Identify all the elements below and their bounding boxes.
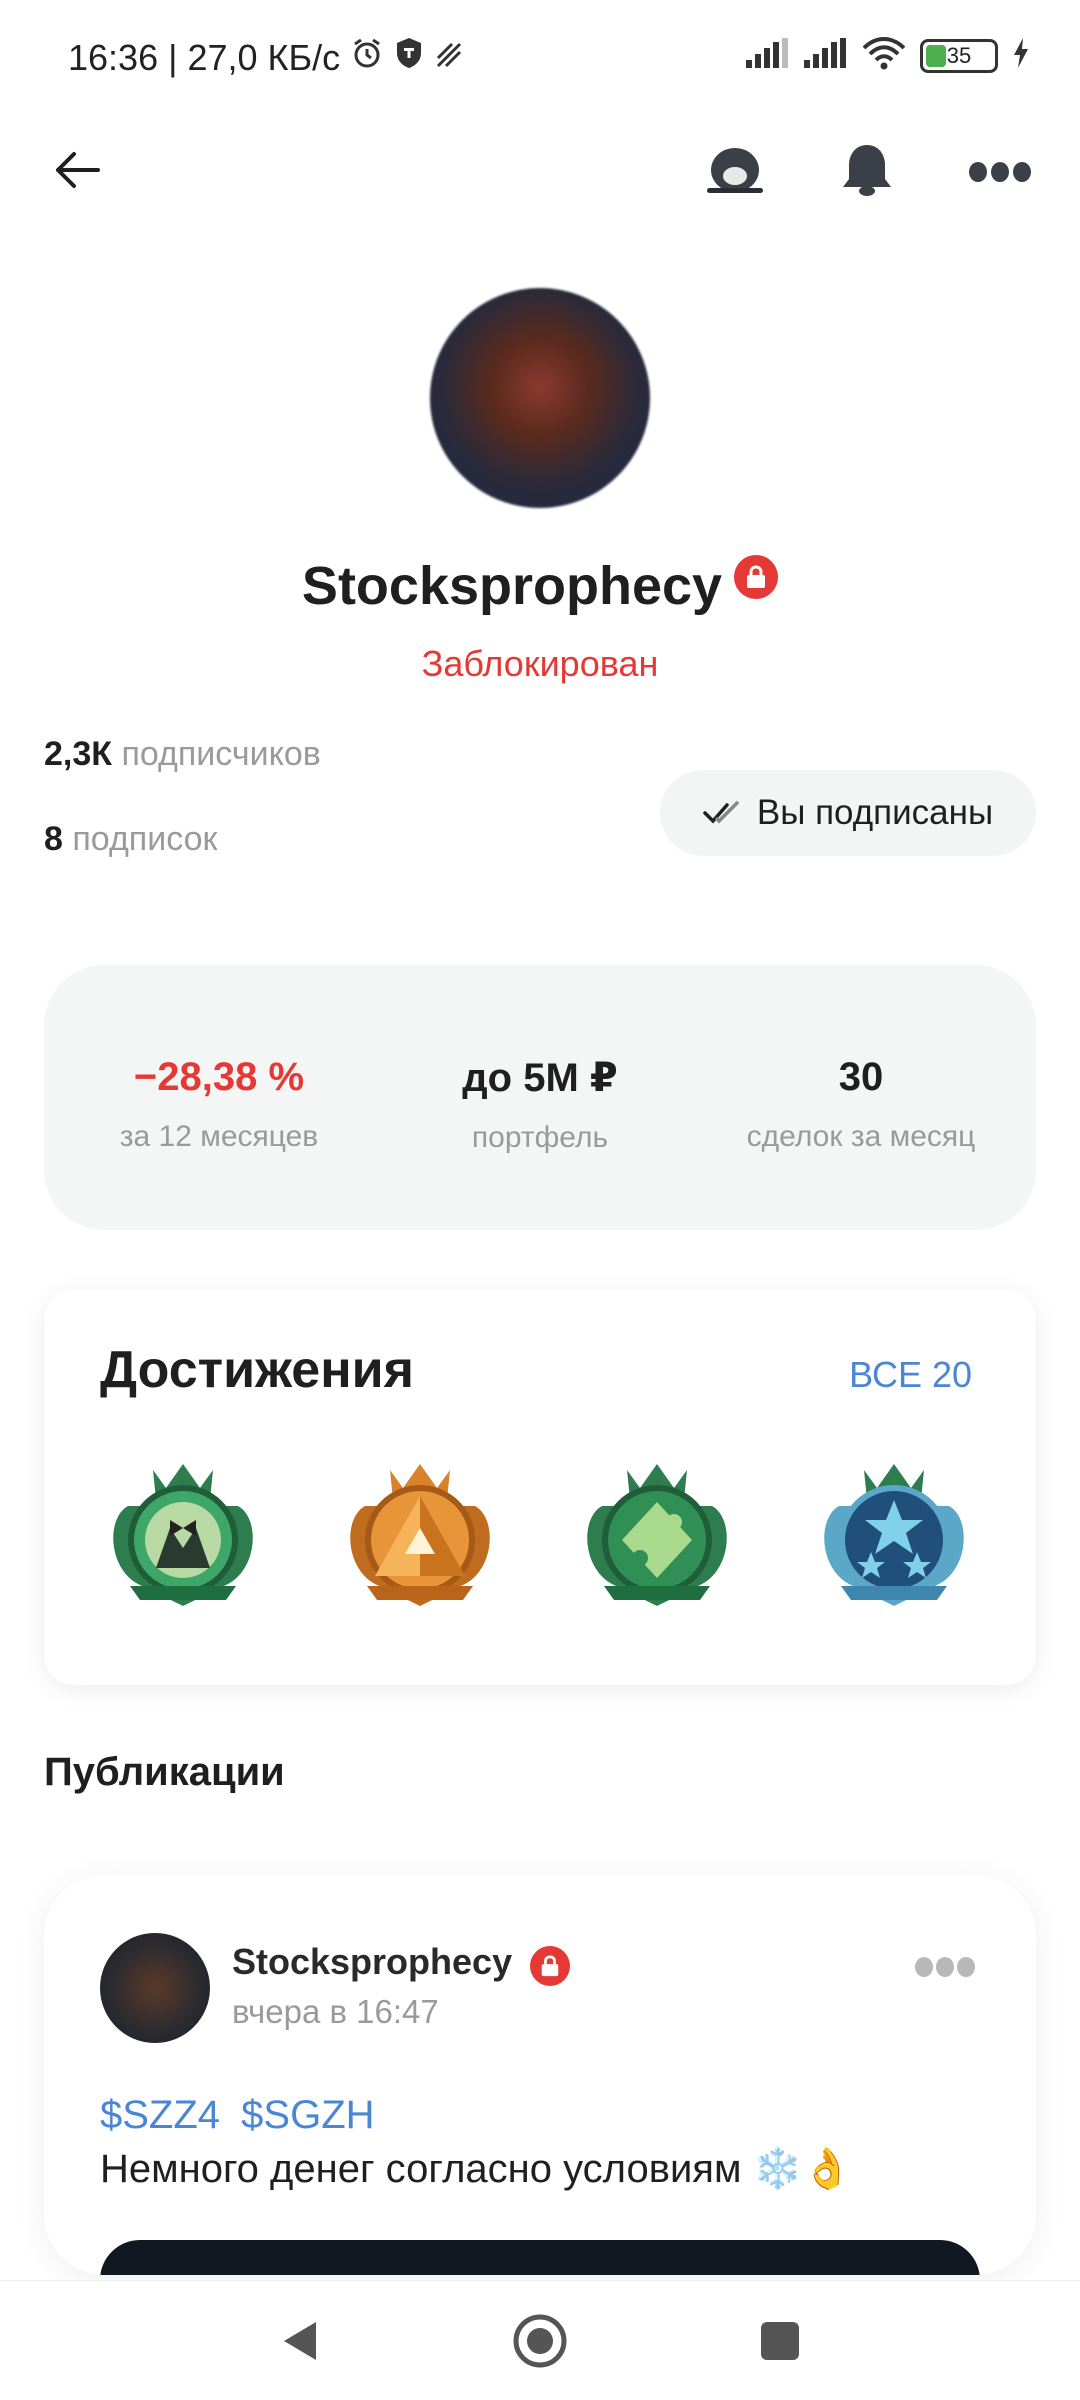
- alarm-icon: [350, 36, 384, 79]
- stat-deals-value: 30: [838, 1055, 884, 1099]
- puzzle-badge-icon[interactable]: [572, 1448, 742, 1618]
- tuxedo-badge-icon[interactable]: [98, 1448, 268, 1618]
- charging-icon: [1012, 38, 1030, 73]
- subscribed-label: Вы подписаны: [756, 793, 994, 832]
- post-time: вчера в 16:47: [232, 1993, 439, 2030]
- following-label: подписок: [72, 820, 218, 858]
- subscribed-button[interactable]: Вы подписаны: [660, 770, 1036, 856]
- nav-back-icon: [284, 2322, 316, 2360]
- stat-yield-value: −28,38 %: [133, 1055, 305, 1099]
- blocked-status: Заблокирован: [421, 643, 659, 684]
- post-author-header[interactable]: Stocksprophecy: [232, 1941, 571, 1986]
- double-check-icon: [703, 801, 739, 824]
- profile-header: Stocksprophecy: [0, 555, 1080, 617]
- achievements-all-link[interactable]: ВСЕ 20: [849, 1354, 972, 1396]
- stat-deals: 30 сделок за месяц: [696, 1055, 1026, 1154]
- achievements-card: Достижения ВСЕ 20: [44, 1290, 1036, 1685]
- stat-yield: −28,38 % за 12 месяцев: [54, 1055, 384, 1154]
- more-dots-icon: [915, 1957, 975, 1977]
- post-tags: $SZZ4 $SGZH: [100, 2093, 385, 2138]
- stat-portfolio-label: портфель: [471, 1121, 609, 1154]
- nav-home-icon: [513, 2314, 567, 2368]
- pulse-hat-button[interactable]: [700, 138, 770, 202]
- stat-portfolio-value: до 5М ₽: [462, 1056, 618, 1100]
- signal-icon: [746, 38, 790, 73]
- more-button[interactable]: [960, 142, 1040, 202]
- post-text: Немного денег согласно условиям ❄️👌: [100, 2147, 853, 2191]
- battery-level: 35: [946, 42, 972, 68]
- stars-badge-icon[interactable]: [809, 1448, 979, 1618]
- stats-card: −28,38 % за 12 месяцев до 5М ₽ портфель …: [44, 965, 1036, 1230]
- nav-home-button[interactable]: [500, 2306, 580, 2376]
- status-right: 35: [746, 36, 1030, 75]
- nav-recents-icon: [761, 2322, 799, 2360]
- signal-icon-2: [804, 38, 848, 73]
- followers-label: подписчиков: [121, 735, 321, 773]
- lock-icon: [734, 555, 779, 599]
- achievements-title: Достижения: [100, 1341, 414, 1399]
- status-left: 16:36 | 27,0 КБ/с: [68, 36, 464, 79]
- wifi-icon: [862, 36, 906, 75]
- pyramid-badge-icon[interactable]: [335, 1448, 505, 1618]
- back-button[interactable]: [46, 140, 106, 200]
- followers-count: 2,3К: [44, 735, 113, 773]
- notifications-button[interactable]: [832, 138, 902, 202]
- post-tag-szz4[interactable]: $SZZ4: [100, 2093, 220, 2137]
- stat-yield-label: за 12 месяцев: [119, 1120, 319, 1153]
- post-image[interactable]: [100, 2240, 980, 2275]
- followers-stat[interactable]: 2,3К подписчиков: [44, 735, 321, 774]
- shield-icon: [394, 36, 424, 79]
- post-card[interactable]: Stocksprophecy вчера в 16:47 $SZZ4 $SGZH…: [44, 1875, 1036, 2275]
- status-bar: 16:36 | 27,0 КБ/с 35: [0, 0, 1080, 120]
- post-author-avatar[interactable]: [100, 1933, 210, 2043]
- nav-back-button[interactable]: [270, 2311, 330, 2371]
- nav-recents-button[interactable]: [750, 2311, 810, 2371]
- status-time-speed: 16:36 | 27,0 КБ/с: [68, 36, 341, 78]
- battery-icon: 35: [920, 38, 998, 73]
- post-more-button[interactable]: [914, 1955, 976, 1984]
- back-arrow-icon: [56, 152, 100, 188]
- system-nav-bar: [0, 2280, 1080, 2400]
- top-bar: [0, 120, 1080, 220]
- hat-icon: [707, 148, 763, 193]
- post-tag-sgzh[interactable]: $SGZH: [241, 2093, 374, 2137]
- post-lock-icon: [530, 1946, 571, 1986]
- stat-portfolio: до 5М ₽ портфель: [375, 1055, 705, 1155]
- more-dots-icon: [969, 162, 1031, 182]
- bell-icon: [843, 145, 891, 196]
- no-sim-icon: [434, 37, 464, 79]
- publications-title: Публикации: [44, 1750, 285, 1794]
- post-author-name: Stocksprophecy: [232, 1941, 513, 1982]
- profile-name: Stocksprophecy: [301, 556, 723, 616]
- profile-avatar[interactable]: [430, 288, 650, 508]
- following-count: 8: [44, 820, 63, 858]
- stat-deals-label: сделок за месяц: [746, 1120, 976, 1153]
- following-stat[interactable]: 8 подписок: [44, 820, 217, 859]
